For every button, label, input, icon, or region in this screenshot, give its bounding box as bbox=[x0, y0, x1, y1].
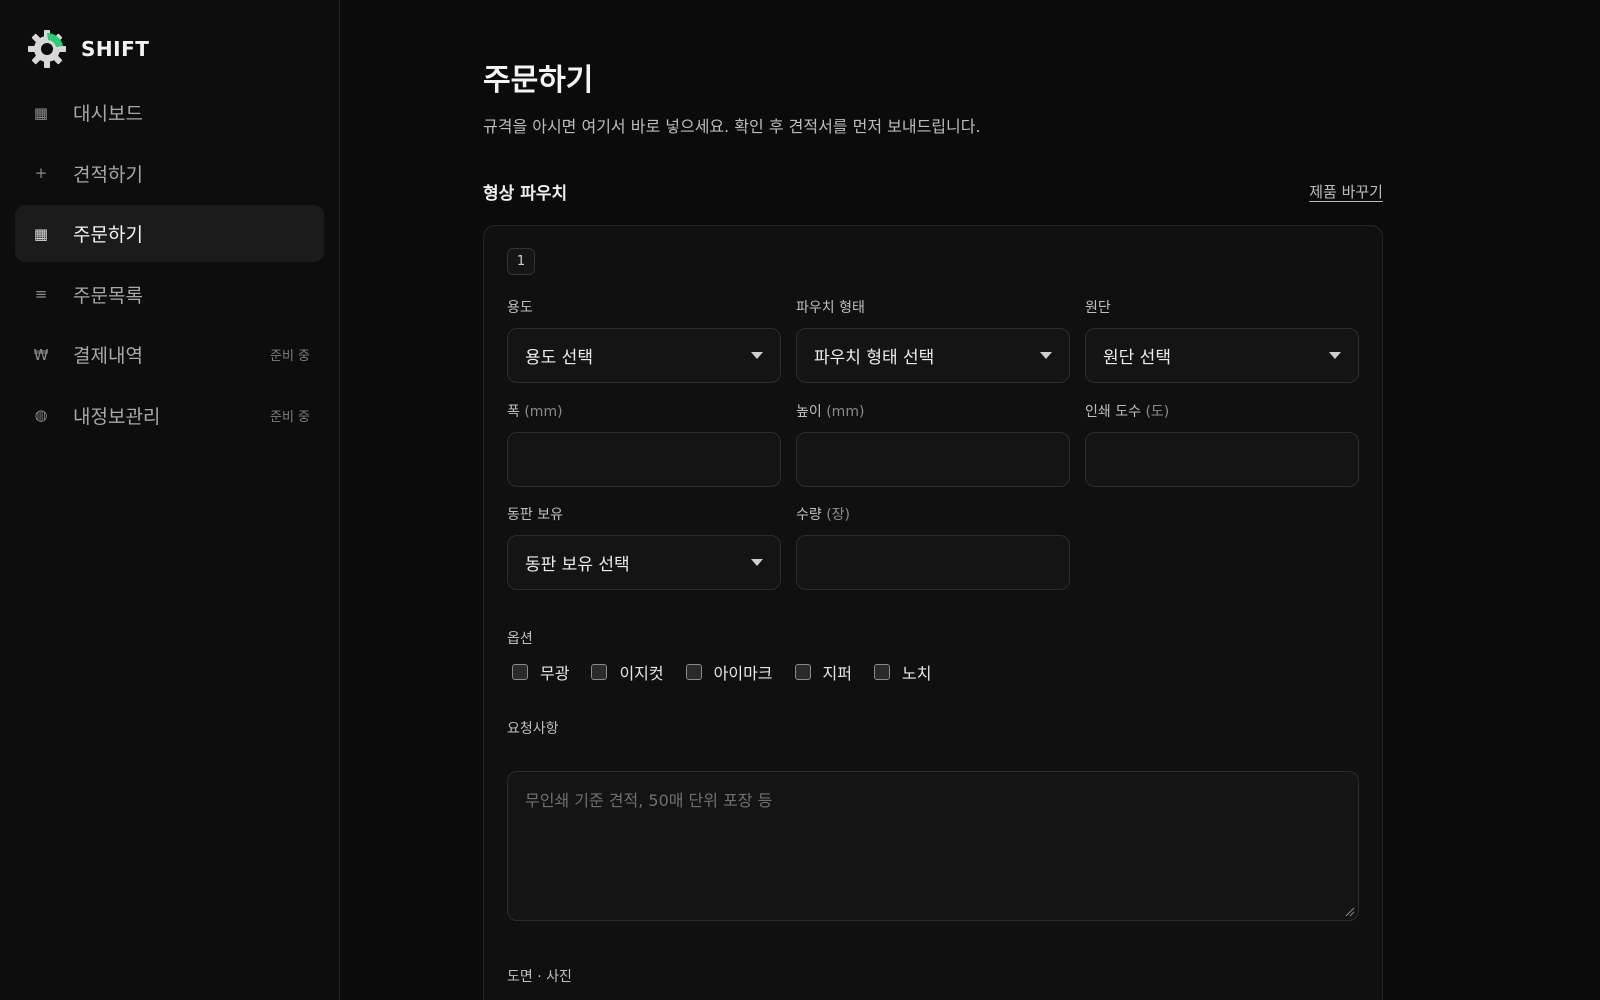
usage-select-value: 용도 선택 bbox=[525, 348, 593, 368]
page-title: 주문하기 bbox=[483, 63, 594, 98]
height-label: 높이 (mm) bbox=[796, 401, 1070, 421]
profile-icon: ◍ bbox=[34, 406, 48, 424]
chevron-down-icon bbox=[751, 559, 763, 566]
sidebar-item-profile[interactable]: ◍ 내정보관리 준비 중 bbox=[15, 387, 324, 444]
width-input[interactable] bbox=[507, 432, 781, 487]
form-row: 폭 (mm) 높이 (mm) 인쇄 도수 (도) bbox=[507, 401, 1359, 487]
width-field: 폭 (mm) bbox=[507, 401, 781, 487]
sidebar-item-dashboard[interactable]: ▦ 대시보드 bbox=[15, 84, 324, 141]
sidebar-item-label: 주문목록 bbox=[73, 284, 143, 307]
print-colors-label: 인쇄 도수 (도) bbox=[1085, 401, 1359, 421]
chevron-down-icon bbox=[1040, 352, 1052, 359]
option-easy-cut[interactable]: 이지컷 bbox=[591, 660, 664, 684]
fabric-select[interactable]: 원단 선택 bbox=[1085, 328, 1359, 383]
coming-soon-badge: 준비 중 bbox=[269, 409, 310, 425]
sidebar-item-label: 대시보드 bbox=[73, 103, 143, 125]
option-eye-mark[interactable]: 아이마크 bbox=[685, 660, 773, 684]
height-unit: (mm) bbox=[826, 404, 865, 420]
height-field: 높이 (mm) bbox=[796, 401, 1070, 487]
request-textarea[interactable]: 무인쇄 기준 견적, 50매 단위 포장 등 bbox=[507, 771, 1359, 921]
checkbox[interactable] bbox=[591, 664, 608, 680]
drawing-photo-label: 도면 · 사진 bbox=[507, 969, 572, 985]
option-matte[interactable]: 무광 bbox=[512, 660, 569, 684]
fabric-label: 원단 bbox=[1085, 300, 1111, 316]
option-label: 지퍼 bbox=[822, 664, 852, 683]
pouch-type-select-value: 파우치 형태 선택 bbox=[814, 348, 935, 368]
sidebar-item-order[interactable]: ▦ 주문하기 bbox=[15, 205, 324, 262]
sidebar-item-label: 결제내역 bbox=[73, 345, 143, 367]
order-icon: ▦ bbox=[33, 224, 49, 243]
print-colors-field: 인쇄 도수 (도) bbox=[1085, 401, 1359, 487]
width-label-text: 폭 bbox=[507, 404, 520, 420]
sidebar-item-label: 내정보관리 bbox=[73, 405, 161, 428]
checkbox[interactable] bbox=[685, 664, 702, 680]
width-unit: (mm) bbox=[524, 404, 563, 420]
option-label: 아이마크 bbox=[713, 664, 773, 683]
request-label: 요청사항 bbox=[507, 721, 559, 737]
fabric-field: 원단 원단 선택 bbox=[1085, 297, 1359, 383]
fabric-select-value: 원단 선택 bbox=[1103, 348, 1171, 368]
usage-label: 용도 bbox=[507, 300, 533, 316]
brand-name: SHIFT bbox=[81, 37, 150, 61]
list-icon: ≡ bbox=[34, 285, 48, 303]
main-content: 주문하기 규격을 아시면 여기서 바로 넣으세요. 확인 후 견적서를 먼저 보… bbox=[340, 0, 1600, 1000]
height-label-text: 높이 bbox=[796, 404, 822, 420]
form-row: 동판 보유 동판 보유 선택 수량 (장) bbox=[507, 504, 1359, 590]
chevron-down-icon bbox=[751, 352, 763, 359]
plate-select[interactable]: 동판 보유 선택 bbox=[507, 535, 781, 590]
quantity-label: 수량 (장) bbox=[796, 504, 1070, 524]
pouch-type-label: 파우치 형태 bbox=[796, 300, 865, 316]
option-label: 무광 bbox=[540, 664, 570, 683]
page-subtitle: 규격을 아시면 여기서 바로 넣으세요. 확인 후 견적서를 먼저 보내드립니다… bbox=[483, 117, 981, 136]
chevron-down-icon bbox=[1329, 352, 1341, 359]
quantity-unit: (장) bbox=[826, 507, 851, 523]
checkbox[interactable] bbox=[512, 664, 528, 680]
item-number-badge: 1 bbox=[507, 248, 535, 275]
change-product-link[interactable]: 제품 바꾸기 bbox=[1309, 181, 1383, 202]
width-label: 폭 (mm) bbox=[507, 401, 781, 421]
checkbox[interactable] bbox=[873, 664, 890, 680]
sidebar: SHIFT ▦ 대시보드 + 견적하기 ▦ 주문하기 ≡ 주문목록 ₩ 결제내역… bbox=[0, 0, 340, 1000]
option-notch[interactable]: 노치 bbox=[873, 660, 932, 684]
option-label: 노치 bbox=[901, 664, 932, 683]
sidebar-nav: ▦ 대시보드 + 견적하기 ▦ 주문하기 ≡ 주문목록 ₩ 결제내역 준비 중 … bbox=[15, 84, 324, 444]
won-icon: ₩ bbox=[33, 345, 49, 364]
usage-select[interactable]: 용도 선택 bbox=[507, 328, 781, 383]
gear-logo-icon bbox=[28, 30, 66, 68]
plus-icon: + bbox=[34, 164, 48, 182]
quantity-input[interactable] bbox=[796, 535, 1070, 590]
options-group: 무광 이지컷 아이마크 지퍼 노치 bbox=[512, 660, 1359, 684]
order-item-card: 1 용도 용도 선택 파우치 형태 파우치 형태 선택 원단 원단 선택 폭 (… bbox=[483, 225, 1383, 1000]
resize-grip-icon[interactable] bbox=[1345, 907, 1355, 917]
print-colors-input[interactable] bbox=[1085, 432, 1359, 487]
usage-field: 용도 용도 선택 bbox=[507, 297, 781, 383]
sidebar-item-quote[interactable]: + 견적하기 bbox=[15, 145, 324, 202]
plate-field: 동판 보유 동판 보유 선택 bbox=[507, 504, 781, 590]
sidebar-item-order-list[interactable]: ≡ 주문목록 bbox=[15, 266, 324, 323]
plate-label: 동판 보유 bbox=[507, 507, 563, 523]
product-title: 형상 파우치 bbox=[483, 184, 568, 204]
sidebar-item-payments[interactable]: ₩ 결제내역 준비 중 bbox=[15, 326, 324, 383]
quantity-label-text: 수량 bbox=[796, 507, 822, 523]
form-row: 용도 용도 선택 파우치 형태 파우치 형태 선택 원단 원단 선택 bbox=[507, 297, 1359, 383]
option-label: 이지컷 bbox=[619, 664, 664, 683]
options-label: 옵션 bbox=[507, 631, 533, 647]
brand[interactable]: SHIFT bbox=[27, 24, 324, 74]
pouch-type-field: 파우치 형태 파우치 형태 선택 bbox=[796, 297, 1070, 383]
height-input[interactable] bbox=[796, 432, 1070, 487]
quantity-field: 수량 (장) bbox=[796, 504, 1070, 590]
sidebar-item-label: 주문하기 bbox=[73, 224, 143, 246]
sidebar-item-label: 견적하기 bbox=[73, 163, 143, 186]
request-placeholder: 무인쇄 기준 견적, 50매 단위 포장 등 bbox=[525, 791, 773, 810]
plate-select-value: 동판 보유 선택 bbox=[525, 555, 630, 575]
print-colors-label-text: 인쇄 도수 bbox=[1085, 404, 1141, 420]
print-colors-unit: (도) bbox=[1145, 404, 1170, 420]
dashboard-icon: ▦ bbox=[33, 103, 49, 122]
product-header: 형상 파우치 제품 바꾸기 bbox=[483, 179, 1383, 204]
option-zipper[interactable]: 지퍼 bbox=[794, 660, 852, 684]
pouch-type-select[interactable]: 파우치 형태 선택 bbox=[796, 328, 1070, 383]
checkbox[interactable] bbox=[794, 664, 811, 680]
coming-soon-badge: 준비 중 bbox=[269, 349, 310, 364]
